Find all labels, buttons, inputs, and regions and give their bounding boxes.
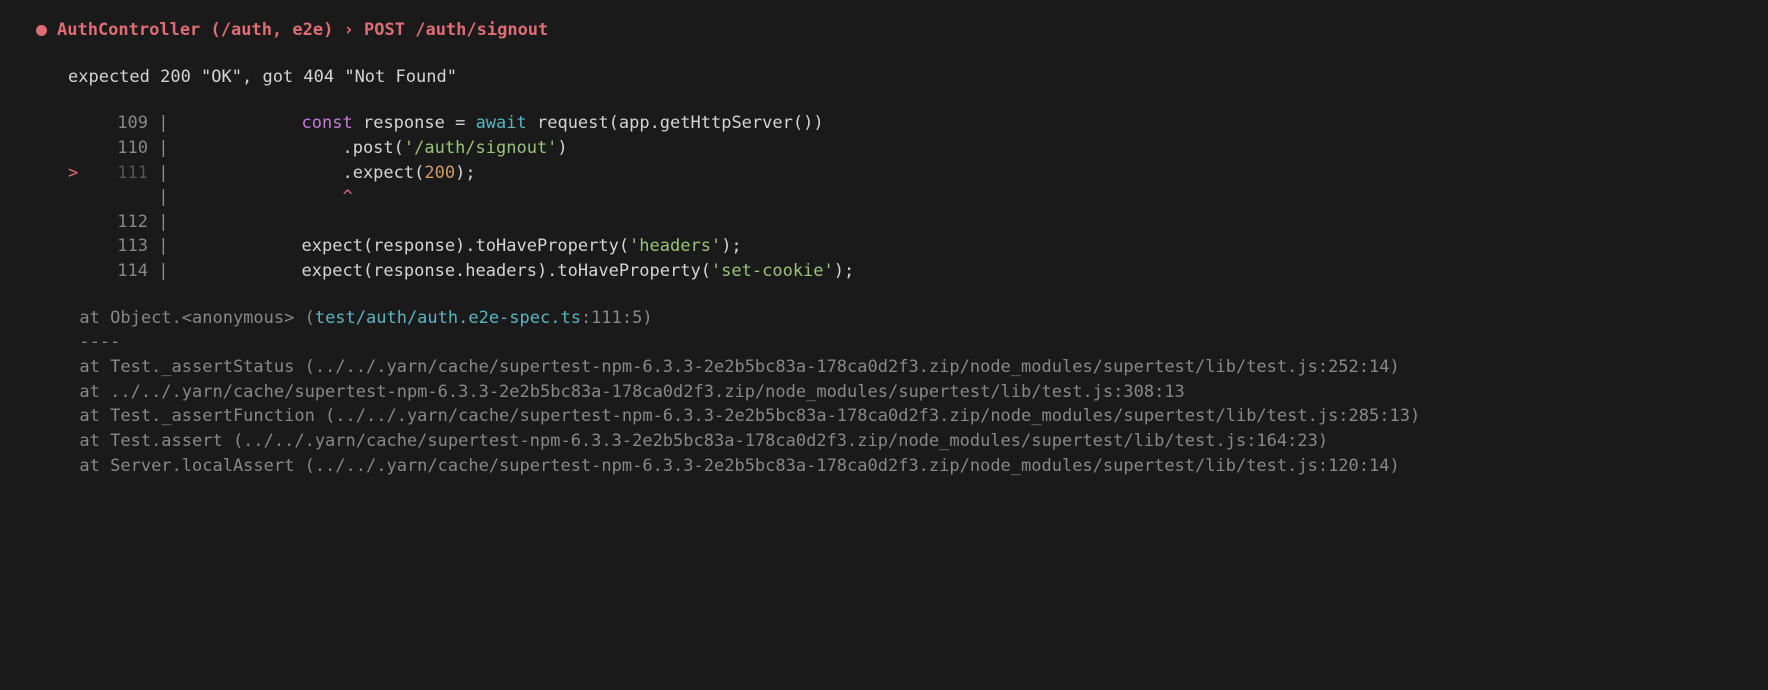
code-token: ); [834, 261, 854, 281]
stack-trace: at Object.<anonymous> (test/auth/auth.e2… [18, 306, 1768, 478]
gutter-pipe: | [148, 163, 179, 183]
gutter-pipe: | [148, 212, 179, 232]
code-token [179, 113, 302, 133]
stack-frame-primary: at Object.<anonymous> (test/auth/auth.e2… [18, 306, 1768, 331]
stack-frame: at Test._assertFunction (../../.yarn/cac… [18, 404, 1768, 429]
gutter-pipe: | [148, 138, 179, 158]
code-token: response = [353, 113, 476, 133]
code-line: 113 | expect(response).toHaveProperty('h… [68, 234, 1768, 259]
code-token: ); [721, 236, 741, 256]
code-token: expect(response.headers).toHaveProperty( [179, 261, 711, 281]
gutter-spacer [68, 185, 93, 210]
line-number: 111 [93, 161, 148, 186]
gutter-spacer [68, 234, 93, 259]
line-number: 113 [93, 234, 148, 259]
gutter-spacer [68, 259, 93, 284]
gutter-spacer [68, 136, 93, 161]
code-line: 112 | [68, 210, 1768, 235]
gutter-pipe: | [148, 113, 179, 133]
code-token: .post( [179, 138, 404, 158]
line-number [93, 185, 148, 210]
line-number: 110 [93, 136, 148, 161]
code-token: 200 [424, 163, 455, 183]
code-token: ) [557, 138, 567, 158]
test-title: AuthController (/auth, e2e) › POST /auth… [57, 18, 548, 43]
code-token: '/auth/signout' [404, 138, 558, 158]
source-file-link[interactable]: test/auth/auth.e2e-spec.ts [315, 308, 581, 328]
code-line: | ^ [68, 185, 1768, 210]
gutter-spacer [68, 111, 93, 136]
line-number: 109 [93, 111, 148, 136]
code-token: 'headers' [629, 236, 721, 256]
code-token: .expect( [179, 163, 425, 183]
code-token: 'set-cookie' [711, 261, 834, 281]
gutter-pipe: | [148, 261, 179, 281]
code-line: 114 | expect(response.headers).toHavePro… [68, 259, 1768, 284]
code-token: ); [455, 163, 475, 183]
test-failure-header: AuthController (/auth, e2e) › POST /auth… [18, 18, 1768, 43]
code-token: await [476, 113, 527, 133]
line-number: 112 [93, 210, 148, 235]
code-context: 109 | const response = await request(app… [18, 111, 1768, 283]
stack-frame: at Test._assertStatus (../../.yarn/cache… [18, 355, 1768, 380]
code-line: 109 | const response = await request(app… [68, 111, 1768, 136]
code-line: 110 | .post('/auth/signout') [68, 136, 1768, 161]
code-token: request(app.getHttpServer()) [527, 113, 824, 133]
code-token: const [302, 113, 353, 133]
gutter-spacer [68, 210, 93, 235]
stack-separator: ---- [18, 330, 1768, 355]
code-token [179, 187, 343, 207]
stack-frame: at ../../.yarn/cache/supertest-npm-6.3.3… [18, 380, 1768, 405]
code-line: >111 | .expect(200); [68, 161, 1768, 186]
stack-frame: at Server.localAssert (../../.yarn/cache… [18, 454, 1768, 479]
failure-message: expected 200 "OK", got 404 "Not Found" [18, 65, 1768, 90]
code-token: ^ [342, 187, 352, 207]
code-token: expect(response).toHaveProperty( [179, 236, 629, 256]
gutter-pipe: | [148, 187, 179, 207]
line-number: 114 [93, 259, 148, 284]
error-arrow-icon: > [68, 161, 93, 186]
gutter-pipe: | [148, 236, 179, 256]
stack-frame: at Test.assert (../../.yarn/cache/supert… [18, 429, 1768, 454]
failure-dot-icon [36, 25, 47, 36]
